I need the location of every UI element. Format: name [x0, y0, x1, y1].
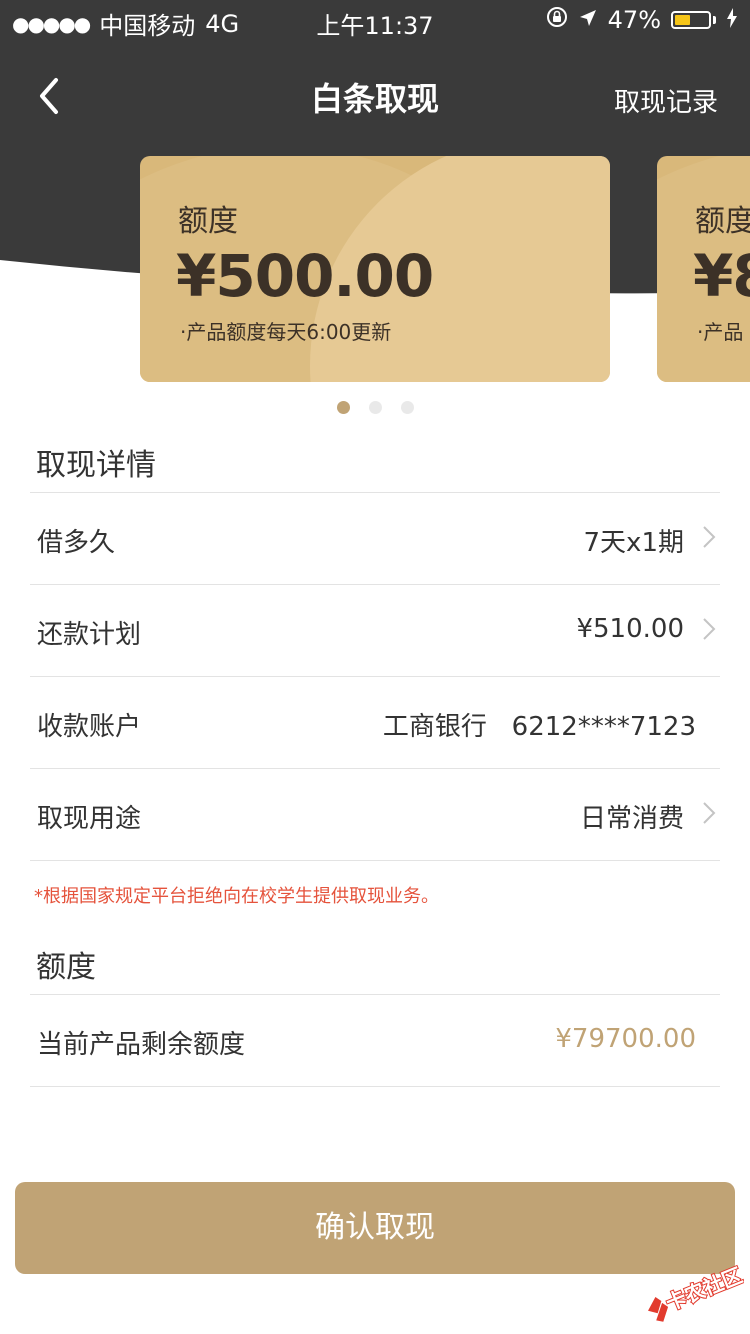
remaining-quota-row: 当前产品剩余额度 ¥79700.00 — [30, 996, 720, 1086]
location-arrow-icon — [578, 6, 598, 34]
pager-dot[interactable] — [337, 401, 350, 414]
card-note: ·产品 — [697, 320, 744, 344]
battery-cap — [713, 16, 716, 24]
row-label: 借多久 — [37, 528, 116, 558]
watermark-logo: 卡农社区 — [634, 1262, 747, 1322]
divider — [30, 860, 720, 861]
card-label: 额度 — [695, 204, 750, 239]
chevron-right-icon — [703, 802, 716, 824]
divider — [30, 994, 720, 995]
svg-text:卡农社区: 卡农社区 — [662, 1263, 744, 1315]
card-amount: ¥8 — [693, 242, 750, 310]
quota-section-title: 额度 — [36, 950, 96, 985]
status-bar: ●●●●● 中国移动 4G 上午11:37 47% — [0, 0, 750, 40]
receiving-account-row: 收款账户 工商银行 6212****7123 — [30, 678, 720, 768]
row-label: 当前产品剩余额度 — [37, 1030, 246, 1060]
divider — [30, 1086, 720, 1087]
row-label: 取现用途 — [37, 804, 142, 834]
nav-bar: 白条取现 取现记录 — [0, 60, 750, 132]
card-amount: ¥500.00 — [176, 242, 434, 310]
pager-dot[interactable] — [401, 401, 414, 414]
divider — [30, 492, 720, 493]
page: ●●●●● 中国移动 4G 上午11:37 47% 白条取现 取现记录 额度 ¥… — [0, 0, 750, 1334]
card-label: 额度 — [178, 204, 238, 239]
withdrawal-purpose-row[interactable]: 取现用途 日常消费 — [30, 770, 720, 860]
row-label: 收款账户 — [37, 712, 142, 742]
credit-card-current[interactable]: 额度 ¥500.00 ·产品额度每天6:00更新 — [140, 156, 610, 382]
chevron-right-icon — [703, 526, 716, 548]
pager-dot[interactable] — [369, 401, 382, 414]
rotation-lock-icon — [546, 6, 568, 34]
card-note: ·产品额度每天6:00更新 — [180, 320, 392, 344]
card-pager — [0, 401, 750, 415]
divider — [30, 676, 720, 677]
withdrawal-history-link[interactable]: 取现记录 — [614, 82, 718, 119]
row-value: 工商银行 6212****7123 — [382, 712, 696, 742]
battery-icon — [671, 11, 711, 29]
row-value: 日常消费 — [579, 804, 684, 834]
battery-percent: 47% — [607, 6, 661, 34]
divider — [30, 584, 720, 585]
repayment-plan-row[interactable]: 还款计划 ¥510.00 — [30, 586, 720, 676]
row-label: 还款计划 — [37, 620, 142, 650]
remaining-quota-value: ¥79700.00 — [555, 1024, 696, 1054]
student-notice: *根据国家规定平台拒绝向在校学生提供取现业务。 — [34, 886, 439, 907]
row-value: ¥510.00 — [576, 614, 684, 644]
divider — [30, 768, 720, 769]
details-section-title: 取现详情 — [36, 448, 156, 483]
chevron-right-icon — [703, 618, 716, 640]
status-right: 47% — [546, 6, 738, 34]
charging-bolt-icon — [726, 6, 738, 34]
row-value: 7天x1期 — [583, 528, 684, 558]
credit-card-next[interactable]: 额度 ¥8 ·产品 — [657, 156, 750, 382]
battery-fill — [675, 15, 690, 25]
confirm-withdraw-button[interactable]: 确认取现 — [15, 1182, 735, 1274]
loan-term-row[interactable]: 借多久 7天x1期 — [30, 494, 720, 584]
